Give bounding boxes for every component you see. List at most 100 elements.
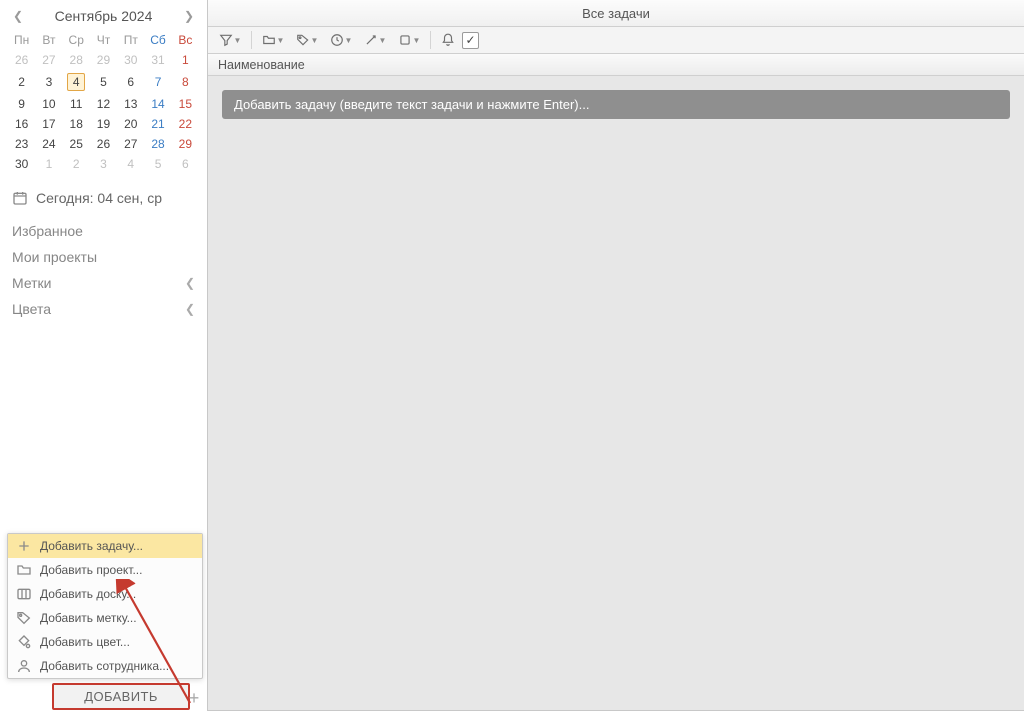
ctx-item-label: Добавить проект... bbox=[40, 563, 142, 577]
cal-day[interactable]: 5 bbox=[144, 154, 171, 174]
main-pane: Все задачи ▼ ▼ ▼ ▼ ▼ ▼ ✓ bbox=[208, 0, 1024, 711]
today-link[interactable]: Сегодня: 04 сен, ср bbox=[0, 180, 207, 216]
cal-day[interactable]: 3 bbox=[90, 154, 117, 174]
cal-dow: Вт bbox=[35, 30, 62, 50]
ctx-item-5[interactable]: Добавить сотрудника... bbox=[8, 654, 202, 678]
caret-down-icon: ▼ bbox=[345, 36, 353, 45]
cal-day[interactable]: 29 bbox=[90, 50, 117, 70]
cal-day[interactable]: 9 bbox=[8, 94, 35, 114]
add-task-input[interactable]: Добавить задачу (введите текст задачи и … bbox=[222, 90, 1010, 119]
cal-day[interactable]: 25 bbox=[63, 134, 90, 154]
cal-day[interactable]: 7 bbox=[144, 70, 171, 94]
cal-day[interactable]: 8 bbox=[172, 70, 199, 94]
cal-next[interactable]: ❯ bbox=[179, 9, 199, 23]
cal-day[interactable]: 19 bbox=[90, 114, 117, 134]
cal-dow: Чт bbox=[90, 30, 117, 50]
check-toggle[interactable]: ✓ bbox=[462, 32, 479, 49]
cal-day[interactable]: 10 bbox=[35, 94, 62, 114]
folder-icon bbox=[16, 562, 32, 578]
cal-day[interactable]: 2 bbox=[63, 154, 90, 174]
ctx-item-4[interactable]: Добавить цвет... bbox=[8, 630, 202, 654]
caret-down-icon: ▼ bbox=[413, 36, 421, 45]
cal-day[interactable]: 26 bbox=[90, 134, 117, 154]
user-icon bbox=[16, 658, 32, 674]
filter-button[interactable]: ▼ bbox=[214, 29, 246, 51]
bell-button[interactable] bbox=[436, 29, 460, 51]
toolbar: ▼ ▼ ▼ ▼ ▼ ▼ ✓ bbox=[208, 27, 1024, 54]
caret-down-icon: ▼ bbox=[379, 36, 387, 45]
ctx-item-0[interactable]: Добавить задачу... bbox=[8, 534, 202, 558]
nav-favorites[interactable]: Избранное bbox=[0, 218, 207, 244]
ctx-item-label: Добавить сотрудника... bbox=[40, 659, 169, 673]
magic-button[interactable]: ▼ bbox=[359, 29, 391, 51]
cal-day[interactable]: 16 bbox=[8, 114, 35, 134]
cal-day[interactable]: 12 bbox=[90, 94, 117, 114]
cal-dow: Ср bbox=[63, 30, 90, 50]
cal-day[interactable]: 27 bbox=[117, 134, 144, 154]
cal-day[interactable]: 4 bbox=[63, 70, 90, 94]
cal-day[interactable]: 11 bbox=[63, 94, 90, 114]
cal-day[interactable]: 30 bbox=[8, 154, 35, 174]
shape-button[interactable]: ▼ bbox=[393, 29, 425, 51]
cal-day[interactable]: 6 bbox=[172, 154, 199, 174]
time-button[interactable]: ▼ bbox=[325, 29, 357, 51]
cal-day[interactable]: 4 bbox=[117, 154, 144, 174]
cal-prev[interactable]: ❮ bbox=[8, 9, 28, 23]
cal-day[interactable]: 29 bbox=[172, 134, 199, 154]
ctx-item-label: Добавить метку... bbox=[40, 611, 137, 625]
cal-day[interactable]: 6 bbox=[117, 70, 144, 94]
cal-day[interactable]: 1 bbox=[35, 154, 62, 174]
calendar-grid: ПнВтСрЧтПтСбВс 2627282930311234567891011… bbox=[8, 30, 199, 174]
cal-dow: Вс bbox=[172, 30, 199, 50]
add-plus-icon[interactable]: + bbox=[185, 689, 203, 707]
cal-day[interactable]: 3 bbox=[35, 70, 62, 94]
add-button[interactable]: ДОБАВИТЬ bbox=[52, 683, 190, 710]
plus-icon bbox=[16, 538, 32, 554]
clock-icon bbox=[330, 33, 344, 47]
cal-day[interactable]: 28 bbox=[144, 134, 171, 154]
bell-icon bbox=[441, 33, 455, 47]
cal-day[interactable]: 14 bbox=[144, 94, 171, 114]
column-header[interactable]: Наименование bbox=[208, 54, 1024, 76]
cal-day[interactable]: 13 bbox=[117, 94, 144, 114]
cal-day[interactable]: 1 bbox=[172, 50, 199, 70]
ctx-item-2[interactable]: Добавить доску... bbox=[8, 582, 202, 606]
tag-icon bbox=[296, 33, 310, 47]
folder-button[interactable]: ▼ bbox=[257, 29, 289, 51]
caret-down-icon: ▼ bbox=[311, 36, 319, 45]
cal-dow: Сб bbox=[144, 30, 171, 50]
task-area: Добавить задачу (введите текст задачи и … bbox=[208, 76, 1024, 710]
nav-projects[interactable]: Мои проекты bbox=[0, 244, 207, 270]
cal-title: Сентябрь 2024 bbox=[34, 8, 173, 24]
cal-day[interactable]: 17 bbox=[35, 114, 62, 134]
wand-icon bbox=[364, 33, 378, 47]
cal-day[interactable]: 24 bbox=[35, 134, 62, 154]
tag-button[interactable]: ▼ bbox=[291, 29, 323, 51]
cal-day[interactable]: 23 bbox=[8, 134, 35, 154]
board-icon bbox=[16, 586, 32, 602]
square-icon bbox=[398, 33, 412, 47]
calendar: ❮ Сентябрь 2024 ❯ ПнВтСрЧтПтСбВс 2627282… bbox=[0, 0, 207, 180]
cal-day[interactable]: 31 bbox=[144, 50, 171, 70]
cal-day[interactable]: 22 bbox=[172, 114, 199, 134]
cal-day[interactable]: 27 bbox=[35, 50, 62, 70]
cal-day[interactable]: 20 bbox=[117, 114, 144, 134]
cal-day[interactable]: 30 bbox=[117, 50, 144, 70]
cal-day[interactable]: 5 bbox=[90, 70, 117, 94]
ctx-item-1[interactable]: Добавить проект... bbox=[8, 558, 202, 582]
cal-dow: Пн bbox=[8, 30, 35, 50]
chevron-left-icon: ❮ bbox=[185, 302, 195, 316]
nav-tags[interactable]: Метки ❮ bbox=[0, 270, 207, 296]
cal-day[interactable]: 26 bbox=[8, 50, 35, 70]
cal-day[interactable]: 28 bbox=[63, 50, 90, 70]
sidebar: ❮ Сентябрь 2024 ❯ ПнВтСрЧтПтСбВс 2627282… bbox=[0, 0, 208, 711]
color-icon bbox=[16, 634, 32, 650]
cal-day[interactable]: 18 bbox=[63, 114, 90, 134]
nav-colors[interactable]: Цвета ❮ bbox=[0, 296, 207, 322]
funnel-icon bbox=[219, 33, 233, 47]
main-title: Все задачи bbox=[208, 0, 1024, 27]
ctx-item-3[interactable]: Добавить метку... bbox=[8, 606, 202, 630]
cal-day[interactable]: 21 bbox=[144, 114, 171, 134]
cal-day[interactable]: 2 bbox=[8, 70, 35, 94]
cal-day[interactable]: 15 bbox=[172, 94, 199, 114]
